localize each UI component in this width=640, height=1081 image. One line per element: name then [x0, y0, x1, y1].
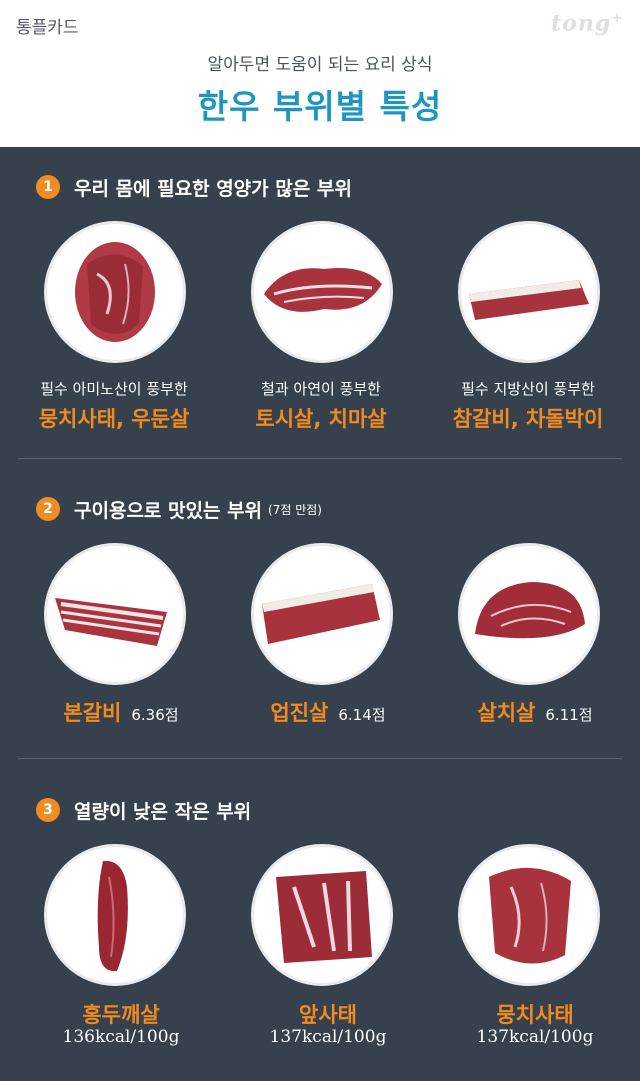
- brand-label: 통플카드: [16, 18, 79, 38]
- beef-eye-round-image: [44, 844, 186, 986]
- cut-score: 6.14점: [338, 706, 386, 724]
- nutrient-description: 필수 지방산이 풍부한: [461, 380, 595, 398]
- beef-plate-image: [251, 543, 393, 685]
- tong-logo: tong+: [551, 10, 624, 37]
- cut-score-line: 업진살 6.14점: [223, 697, 433, 727]
- nutrient-description: 철과 아연이 풍부한: [261, 380, 381, 398]
- cut-score: 6.36점: [131, 706, 179, 724]
- section-number-badge: 3: [36, 798, 60, 822]
- section-1-heading: 1 우리 몸에 필요한 영양가 많은 부위: [36, 173, 352, 201]
- calorie-value: 137kcal/100g: [476, 1027, 594, 1047]
- section-title: 열량이 낮은 작은 부위: [74, 800, 252, 823]
- section-divider: [18, 758, 622, 759]
- beef-rib-brisket-image: [458, 221, 600, 363]
- section-divider: [18, 458, 622, 459]
- cut-name: 업진살: [270, 701, 329, 725]
- cut-name: 토시살, 치마살: [255, 407, 387, 431]
- section-title: 우리 몸에 필요한 영양가 많은 부위: [74, 177, 352, 200]
- cut-score-line: 살치살 6.11점: [430, 697, 640, 727]
- section-number-badge: 2: [36, 497, 60, 521]
- calorie-value: 137kcal/100g: [269, 1027, 387, 1047]
- beef-fore-shank-image: [251, 844, 393, 986]
- cut-name: 홍두깨살: [82, 1003, 160, 1027]
- cut-name: 살치살: [477, 701, 536, 725]
- cut-score: 6.11점: [545, 706, 593, 724]
- beef-chuck-flap-image: [458, 543, 600, 685]
- cut-score-line: 본갈비 6.36점: [16, 697, 226, 727]
- section-title: 구이용으로 맛있는 부위: [74, 499, 263, 522]
- beef-heel-shank-image: [458, 844, 600, 986]
- beef-skirt-flank-image: [251, 221, 393, 363]
- section-number-badge: 1: [36, 175, 60, 199]
- section-note: (7점 만점): [268, 502, 322, 517]
- section-2-heading: 2 구이용으로 맛있는 부위 (7점 만점): [36, 495, 322, 523]
- page-title: 한우 부위별 특성: [197, 87, 443, 126]
- cut-name: 뭉치사태: [496, 1003, 574, 1027]
- beef-ribs-image: [44, 543, 186, 685]
- calorie-value: 136kcal/100g: [62, 1027, 180, 1047]
- beef-shank-round-image: [44, 221, 186, 363]
- cut-name: 앞사태: [299, 1003, 357, 1027]
- page-subtitle: 알아두면 도움이 되는 요리 상식: [207, 55, 433, 75]
- cut-name: 본갈비: [63, 701, 122, 725]
- header: 통플카드 tong+ 알아두면 도움이 되는 요리 상식 한우 부위별 특성: [0, 0, 640, 147]
- section-3-heading: 3 열량이 낮은 작은 부위: [36, 796, 251, 824]
- cut-name: 참갈비, 차돌박이: [452, 407, 604, 431]
- cut-name: 뭉치사태, 우둔살: [38, 407, 190, 431]
- nutrient-description: 필수 아미노산이 풍부한: [40, 380, 188, 398]
